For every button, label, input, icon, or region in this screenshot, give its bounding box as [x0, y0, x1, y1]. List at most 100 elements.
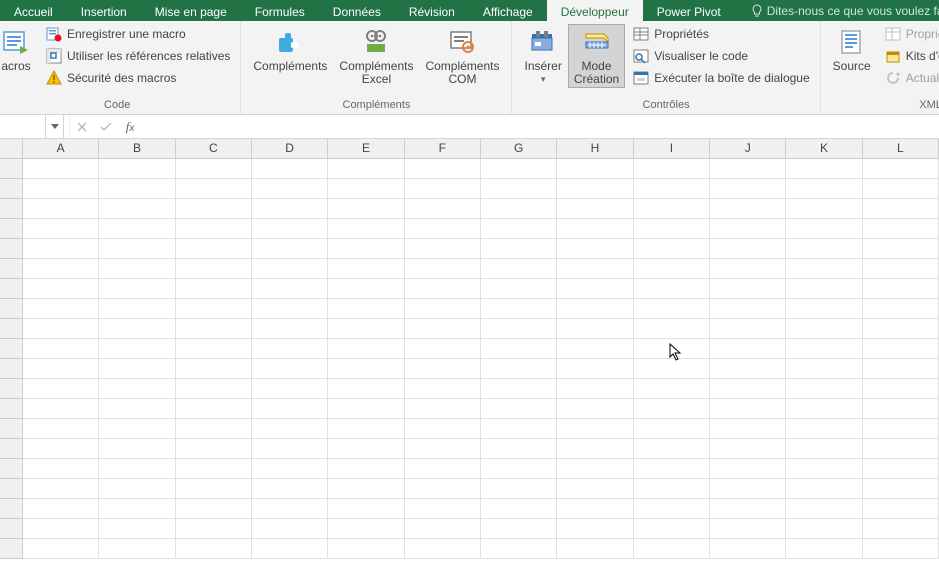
- cell[interactable]: [710, 199, 786, 219]
- row-header[interactable]: [0, 159, 23, 179]
- cell[interactable]: [710, 459, 786, 479]
- cell[interactable]: [99, 419, 175, 439]
- select-all-corner[interactable]: [0, 139, 23, 158]
- cell[interactable]: [634, 279, 710, 299]
- cell[interactable]: [176, 419, 252, 439]
- row-header[interactable]: [0, 519, 23, 539]
- cell[interactable]: [405, 219, 481, 239]
- row-header[interactable]: [0, 399, 23, 419]
- cell[interactable]: [328, 179, 404, 199]
- cell[interactable]: [252, 319, 328, 339]
- expansion-packs-button[interactable]: Kits d'extension: [881, 46, 939, 66]
- cell[interactable]: [99, 379, 175, 399]
- cell[interactable]: [99, 439, 175, 459]
- cell[interactable]: [23, 219, 99, 239]
- column-header[interactable]: I: [634, 139, 710, 158]
- cell[interactable]: [557, 339, 633, 359]
- cell[interactable]: [481, 479, 557, 499]
- row-header[interactable]: [0, 299, 23, 319]
- cell[interactable]: [252, 379, 328, 399]
- cell[interactable]: [99, 499, 175, 519]
- cell[interactable]: [786, 479, 862, 499]
- cell[interactable]: [328, 499, 404, 519]
- row-header[interactable]: [0, 339, 23, 359]
- cell[interactable]: [99, 359, 175, 379]
- cell[interactable]: [328, 339, 404, 359]
- view-code-button[interactable]: Visualiser le code: [629, 46, 813, 66]
- enter-formula-button[interactable]: [94, 115, 118, 138]
- cell[interactable]: [710, 219, 786, 239]
- name-box[interactable]: [0, 115, 46, 138]
- cell[interactable]: [405, 299, 481, 319]
- column-header[interactable]: B: [99, 139, 175, 158]
- cell[interactable]: [481, 179, 557, 199]
- cell[interactable]: [481, 319, 557, 339]
- cell[interactable]: [481, 399, 557, 419]
- cell[interactable]: [176, 279, 252, 299]
- source-button[interactable]: Source: [827, 24, 877, 75]
- cell[interactable]: [328, 459, 404, 479]
- cell[interactable]: [176, 359, 252, 379]
- cell[interactable]: [99, 219, 175, 239]
- cell[interactable]: [710, 399, 786, 419]
- cell[interactable]: [557, 179, 633, 199]
- cell[interactable]: [557, 519, 633, 539]
- cell[interactable]: [23, 459, 99, 479]
- insert-control-button[interactable]: Insérer ▾: [518, 24, 567, 88]
- cell[interactable]: [328, 419, 404, 439]
- cell[interactable]: [23, 179, 99, 199]
- cell[interactable]: [99, 159, 175, 179]
- cell[interactable]: [176, 379, 252, 399]
- cell[interactable]: [23, 439, 99, 459]
- cell[interactable]: [786, 459, 862, 479]
- tab-accueil[interactable]: Accueil: [0, 0, 67, 21]
- cell[interactable]: [863, 279, 939, 299]
- cell[interactable]: [176, 519, 252, 539]
- map-properties-button[interactable]: Propriétés du mappage: [881, 24, 939, 44]
- tab-formules[interactable]: Formules: [241, 0, 319, 21]
- cell[interactable]: [786, 279, 862, 299]
- cell[interactable]: [481, 539, 557, 559]
- cell[interactable]: [176, 339, 252, 359]
- cell[interactable]: [634, 519, 710, 539]
- cell[interactable]: [481, 159, 557, 179]
- cell[interactable]: [557, 219, 633, 239]
- tab-developpeur[interactable]: Développeur: [547, 0, 643, 21]
- cell[interactable]: [481, 279, 557, 299]
- cell[interactable]: [99, 459, 175, 479]
- cell[interactable]: [634, 179, 710, 199]
- cell[interactable]: [176, 319, 252, 339]
- cell[interactable]: [710, 479, 786, 499]
- cell[interactable]: [176, 439, 252, 459]
- macro-security-button[interactable]: Sécurité des macros: [42, 68, 234, 88]
- row-header[interactable]: [0, 459, 23, 479]
- cell[interactable]: [176, 479, 252, 499]
- cell[interactable]: [634, 159, 710, 179]
- cell[interactable]: [252, 499, 328, 519]
- tab-donnees[interactable]: Données: [319, 0, 395, 21]
- cell[interactable]: [23, 279, 99, 299]
- cell[interactable]: [405, 439, 481, 459]
- cell[interactable]: [328, 479, 404, 499]
- cell[interactable]: [405, 199, 481, 219]
- cell[interactable]: [328, 319, 404, 339]
- cell[interactable]: [481, 379, 557, 399]
- cell[interactable]: [176, 399, 252, 419]
- cell[interactable]: [481, 239, 557, 259]
- excel-addins-button[interactable]: Compléments Excel: [333, 24, 419, 88]
- row-header[interactable]: [0, 279, 23, 299]
- column-header[interactable]: G: [481, 139, 557, 158]
- cell[interactable]: [99, 299, 175, 319]
- cell[interactable]: [710, 539, 786, 559]
- row-header[interactable]: [0, 319, 23, 339]
- cell[interactable]: [176, 539, 252, 559]
- column-header[interactable]: L: [863, 139, 939, 158]
- cell[interactable]: [710, 499, 786, 519]
- cell[interactable]: [710, 159, 786, 179]
- cell[interactable]: [710, 359, 786, 379]
- cell[interactable]: [786, 419, 862, 439]
- cell[interactable]: [405, 279, 481, 299]
- tab-mise-en-page[interactable]: Mise en page: [141, 0, 241, 21]
- cell[interactable]: [634, 319, 710, 339]
- cell[interactable]: [252, 159, 328, 179]
